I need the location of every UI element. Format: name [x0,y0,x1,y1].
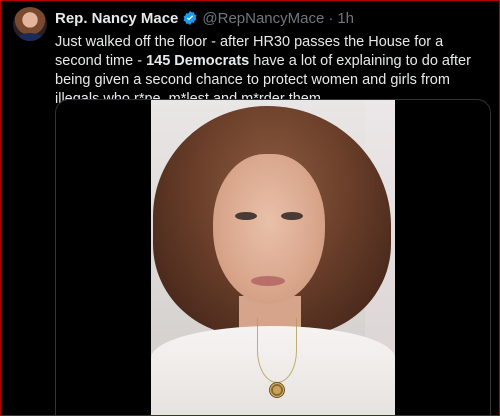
avatar-shoulders [17,33,43,41]
post-timestamp[interactable]: 1h [337,10,354,27]
video-frame[interactable] [151,100,395,415]
video-subject-lips [251,276,285,286]
media-container[interactable] [55,99,491,415]
avatar[interactable] [13,7,47,41]
tweet-header: Rep. Nancy Mace @RepNancyMace · 1h [55,9,354,27]
tweet-card[interactable]: Rep. Nancy Mace @RepNancyMace · 1h Just … [0,0,500,416]
header-separator: · [328,9,334,27]
verified-badge-icon [182,10,198,26]
video-subject-right-eye [281,212,303,220]
tweet-text: Just walked off the floor - after HR30 p… [55,33,487,109]
author-name[interactable]: Rep. Nancy Mace [55,10,178,27]
video-subject-face [213,154,325,304]
video-subject-necklace-chain [257,318,297,383]
video-subject-pendant [269,382,285,398]
video-subject-left-eye [235,212,257,220]
tweet-text-bold: 145 Democrats [146,53,250,69]
author-handle[interactable]: @RepNancyMace [202,10,324,27]
